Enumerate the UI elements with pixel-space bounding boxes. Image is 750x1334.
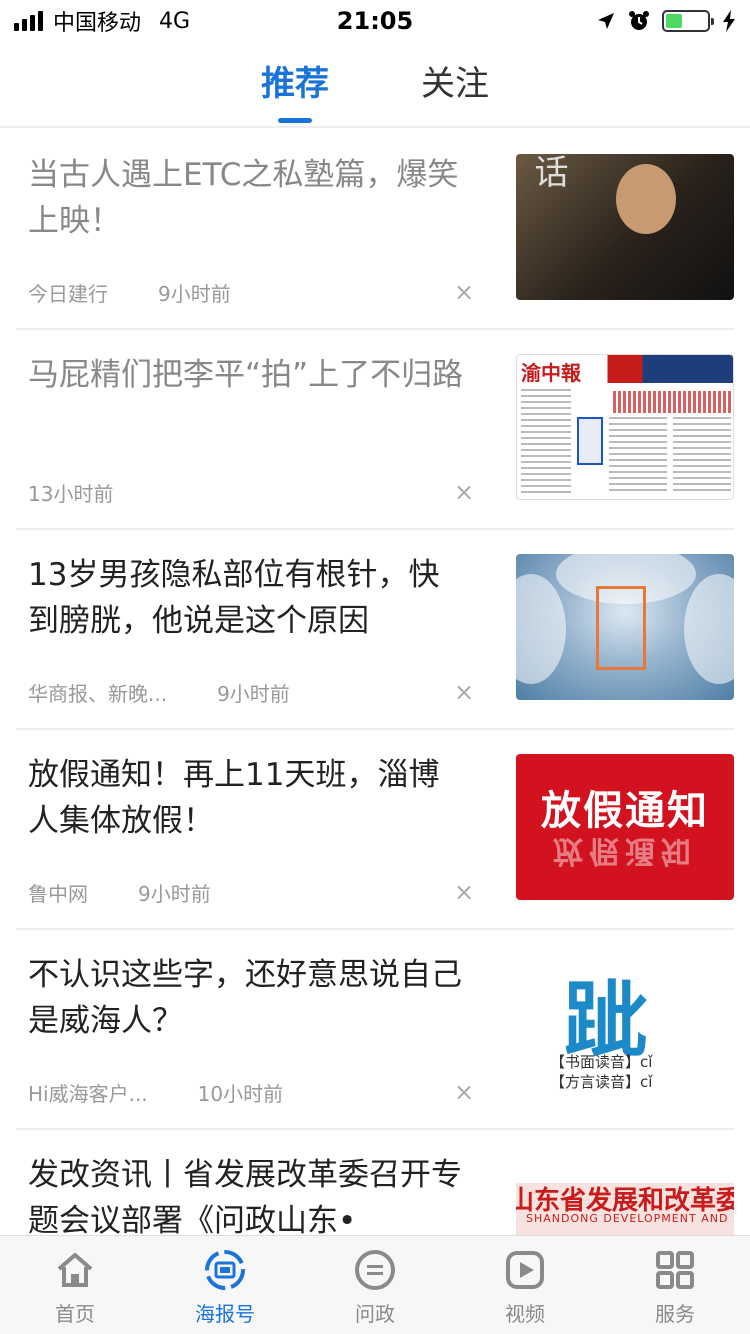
news-item[interactable]: 马屁精们把李平“拍”上了不归路 13小时前 × 渝中報 xyxy=(16,330,734,530)
news-item[interactable]: 放假通知！再上11天班，淄博人集体放假！ 鲁中网 9小时前 × 放假通知 放假通… xyxy=(16,730,734,930)
tab-recommend[interactable]: 推荐 xyxy=(261,56,329,113)
news-meta: 今日建行 9小时前 xyxy=(28,278,231,307)
poster-icon xyxy=(205,1250,245,1290)
news-thumbnail: 跐 【书面读音】cǐ 【方言读音】cǐ xyxy=(516,954,734,1100)
carrier-label: 中国移动 xyxy=(53,11,142,36)
news-item[interactable]: 不认识这些字，还好意思说自己是威海人？ Hi威海客户... 10小时前 × 跐 … xyxy=(16,930,734,1130)
nav-video[interactable]: 视频 xyxy=(450,1236,600,1334)
news-feed: 当古人遇上ETC之私塾篇，爆笑上映！ 今日建行 9小时前 × 话 马屁精们把李平… xyxy=(0,130,750,1235)
news-title: 当古人遇上ETC之私塾篇，爆笑上映！ xyxy=(28,157,459,239)
news-meta: 13小时前 xyxy=(28,478,113,507)
nav-poster[interactable]: 海报号 xyxy=(150,1236,300,1334)
news-time: 9小时前 xyxy=(138,882,211,906)
nav-inquiry[interactable]: 问政 xyxy=(300,1236,450,1334)
dismiss-icon[interactable]: × xyxy=(454,478,474,506)
news-meta: 鲁中网 9小时前 xyxy=(28,878,211,907)
news-title: 不认识这些字，还好意思说自己是威海人？ xyxy=(28,957,462,1039)
news-thumbnail: 山东省发展和改革委员 SHANDONG DEVELOPMENT AND REFO… xyxy=(516,1154,734,1235)
nav-home[interactable]: 首页 xyxy=(0,1236,150,1334)
dismiss-icon[interactable]: × xyxy=(454,678,474,706)
news-item[interactable]: 13岁男孩隐私部位有根针，快到膀胱，他说是这个原因 华商报、新晚... 9小时前… xyxy=(16,530,734,730)
status-bar: 中国移动 4G 21:05 xyxy=(0,0,750,42)
news-time: 9小时前 xyxy=(217,682,290,706)
top-tabs: 推荐 关注 xyxy=(0,42,750,128)
news-thumbnail xyxy=(516,554,734,700)
signal-icon xyxy=(14,11,43,31)
news-source: 鲁中网 xyxy=(28,882,88,906)
video-icon xyxy=(506,1251,544,1289)
status-icons xyxy=(596,10,736,32)
news-time: 13小时前 xyxy=(28,482,114,506)
news-time: 9小时前 xyxy=(158,282,231,306)
news-thumbnail: 放假通知 放假通知 xyxy=(516,754,734,900)
news-meta: 华商报、新晚... 9小时前 xyxy=(28,678,290,707)
news-title: 马屁精们把李平“拍”上了不归路 xyxy=(28,357,464,393)
dismiss-icon[interactable]: × xyxy=(454,1078,474,1106)
news-source: 华商报、新晚... xyxy=(28,682,168,706)
news-source: Hi威海客户... xyxy=(28,1082,148,1106)
nav-label: 问政 xyxy=(355,1302,395,1326)
bottom-nav: 首页 海报号 问政 视频 服务 xyxy=(0,1235,750,1334)
dismiss-icon[interactable]: × xyxy=(454,878,474,906)
home-icon xyxy=(57,1253,93,1287)
nav-label: 首页 xyxy=(55,1302,95,1326)
dismiss-icon[interactable]: × xyxy=(454,278,474,306)
news-title: 13岁男孩隐私部位有根针，快到膀胱，他说是这个原因 xyxy=(28,557,440,639)
news-thumbnail: 话 xyxy=(516,154,734,300)
network-label: 4G xyxy=(159,8,191,34)
charging-icon xyxy=(723,10,735,32)
tab-follow[interactable]: 关注 xyxy=(421,56,489,113)
news-title: 放假通知！再上11天班，淄博人集体放假！ xyxy=(28,757,440,839)
news-source: 今日建行 xyxy=(28,282,108,306)
alarm-icon xyxy=(629,11,649,30)
battery-icon xyxy=(662,10,714,32)
news-title: 发改资讯丨省发展改革委召开专题会议部署《问政山东• xyxy=(28,1157,462,1235)
news-thumbnail: 渝中報 xyxy=(516,354,734,500)
nav-label: 服务 xyxy=(655,1302,695,1326)
nav-service[interactable]: 服务 xyxy=(600,1236,750,1334)
news-time: 10小时前 xyxy=(197,1082,284,1106)
inquiry-icon xyxy=(355,1250,395,1290)
news-meta: Hi威海客户... 10小时前 xyxy=(28,1078,283,1107)
location-icon xyxy=(598,13,614,29)
nav-label: 海报号 xyxy=(195,1302,255,1326)
grid-icon xyxy=(656,1251,694,1289)
nav-label: 视频 xyxy=(505,1302,545,1326)
news-item[interactable]: 发改资讯丨省发展改革委召开专题会议部署《问政山东• 山东省发展和改革委员 SHA… xyxy=(16,1130,734,1235)
news-item[interactable]: 当古人遇上ETC之私塾篇，爆笑上映！ 今日建行 9小时前 × 话 xyxy=(16,130,734,330)
